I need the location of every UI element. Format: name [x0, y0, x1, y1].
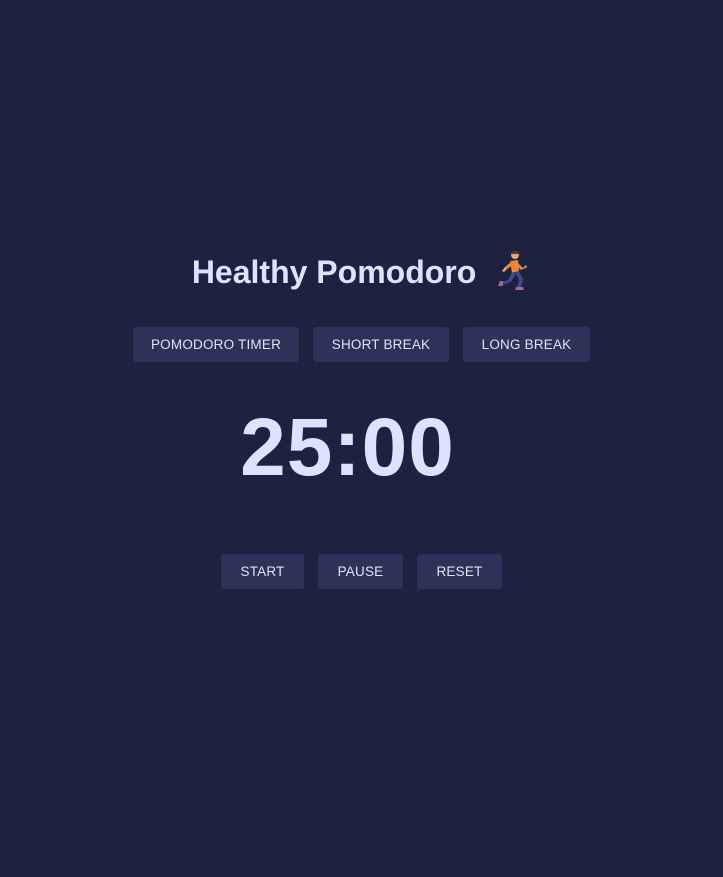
- mode-selector: POMODORO TIMER SHORT BREAK LONG BREAK: [0, 327, 723, 362]
- pause-button[interactable]: PAUSE: [318, 554, 403, 589]
- long-break-button[interactable]: LONG BREAK: [463, 327, 590, 362]
- timer-display: 25:00: [240, 402, 455, 493]
- app-title: Healthy Pomodoro: [191, 253, 477, 290]
- reset-button[interactable]: RESET: [417, 554, 502, 589]
- running-person-icon: [495, 250, 531, 290]
- pomodoro-app: Healthy Pomodoro POMODORO TIMER SHORT BR…: [0, 0, 723, 877]
- short-break-button[interactable]: SHORT BREAK: [313, 327, 449, 362]
- pomodoro-timer-button[interactable]: POMODORO TIMER: [133, 327, 299, 362]
- timer-controls: START PAUSE RESET: [0, 554, 723, 589]
- start-button[interactable]: START: [221, 554, 304, 589]
- app-header: Healthy Pomodoro: [0, 247, 723, 291]
